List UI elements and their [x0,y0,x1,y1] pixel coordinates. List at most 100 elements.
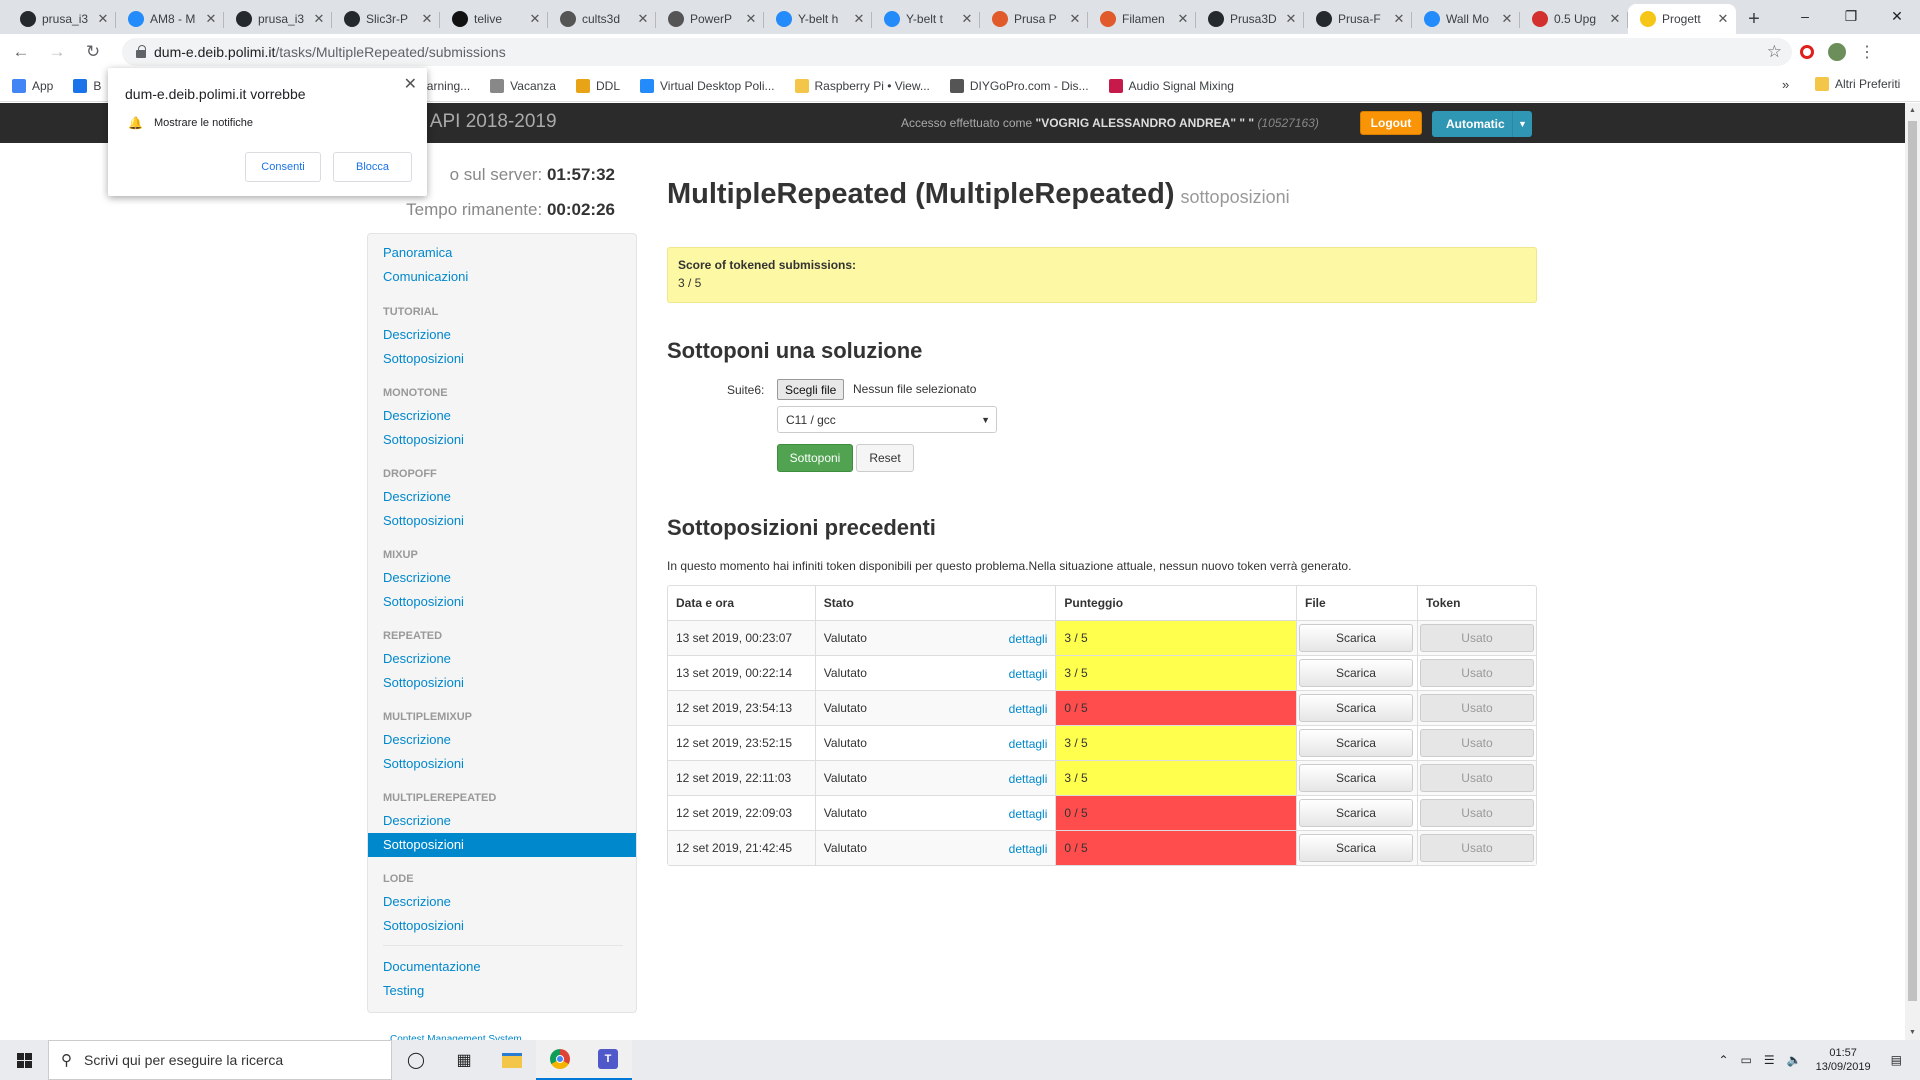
browser-tab[interactable]: Prusa-F ✕ [1304,4,1412,34]
sidebar-item-descrizione[interactable]: Descrizione [383,894,451,909]
url-input[interactable]: dum-e.deib.polimi.it/tasks/MultipleRepea… [122,38,1792,66]
tab-close-icon[interactable]: ✕ [960,11,974,27]
tab-close-icon[interactable]: ✕ [1500,11,1514,27]
tab-close-icon[interactable]: ✕ [312,11,326,27]
sidebar-item-comunicazioni[interactable]: Comunicazioni [383,269,468,284]
browser-tab[interactable]: 0.5 Upg ✕ [1520,4,1628,34]
browser-tab[interactable]: Y-belt h ✕ [764,4,872,34]
browser-tab[interactable]: telive ✕ [440,4,548,34]
tab-close-icon[interactable]: ✕ [96,11,110,27]
logout-button[interactable]: Logout [1360,111,1422,135]
bookmark-item[interactable]: DIYGoPro.com - Dis... [949,78,1089,93]
details-link[interactable]: dettagli [1009,842,1048,856]
reset-button[interactable]: Reset [856,444,914,472]
cortana-icon[interactable]: ◯ [392,1040,440,1080]
browser-tab[interactable]: PowerP ✕ [656,4,764,34]
browser-tab[interactable]: prusa_i3 ✕ [8,4,116,34]
new-tab-button[interactable]: + [1736,4,1772,34]
tab-close-icon[interactable]: ✕ [420,11,434,27]
browser-tab[interactable]: Wall Mo ✕ [1412,4,1520,34]
opera-extension-icon[interactable] [1792,45,1822,59]
sidebar-item-sottoposizioni[interactable]: Sottoposizioni [383,351,464,366]
browser-tab[interactable]: Prusa3D ✕ [1196,4,1304,34]
submit-button[interactable]: Sottoponi [777,444,853,472]
profile-avatar-icon[interactable] [1822,43,1852,61]
file-explorer-icon[interactable] [488,1040,536,1080]
bookmarks-overflow-icon[interactable]: » [1782,77,1789,92]
scroll-down-icon[interactable]: ▼ [1905,1025,1920,1040]
token-button[interactable]: Usato [1419,834,1534,862]
details-link[interactable]: dettagli [1009,807,1048,821]
sidebar-item-sottoposizioni-active[interactable]: Sottoposizioni [368,833,636,857]
windows-start-icon[interactable] [0,1040,48,1080]
forward-icon[interactable]: → [42,37,72,67]
close-window-icon[interactable]: ✕ [1874,0,1920,32]
browser-tab[interactable]: Filamen ✕ [1088,4,1196,34]
language-select[interactable]: C11 / gcc ▼ [777,406,997,433]
tab-close-icon[interactable]: ✕ [1284,11,1298,27]
sidebar-item-descrizione[interactable]: Descrizione [383,408,451,423]
show-hidden-icons-icon[interactable]: ⌃ [1718,1053,1728,1067]
sidebar-item-testing[interactable]: Testing [383,983,424,998]
sidebar-item-panoramica[interactable]: Panoramica [383,245,452,260]
browser-tab[interactable]: Y-belt t ✕ [872,4,980,34]
download-button[interactable]: Scarica [1298,799,1413,827]
menu-kebab-icon[interactable]: ⋮ [1852,42,1882,62]
download-button[interactable]: Scarica [1298,729,1413,757]
bookmark-item[interactable]: Virtual Desktop Poli... [640,78,775,93]
token-button[interactable]: Usato [1419,624,1534,652]
bookmark-item[interactable]: Vacanza [490,78,556,93]
page-scrollbar[interactable]: ▲ ▼ [1905,103,1920,1040]
download-button[interactable]: Scarica [1298,624,1413,652]
sidebar-item-descrizione[interactable]: Descrizione [383,570,451,585]
token-button[interactable]: Usato [1419,729,1534,757]
tab-close-icon[interactable]: ✕ [528,11,542,27]
browser-tab[interactable]: cults3d ✕ [548,4,656,34]
notifications-icon[interactable]: ▤ [1891,1053,1902,1067]
network-icon[interactable]: ☰ [1764,1053,1775,1067]
sidebar-item-descrizione[interactable]: Descrizione [383,732,451,747]
scroll-up-icon[interactable]: ▲ [1905,103,1920,118]
back-icon[interactable]: ← [6,37,36,67]
browser-tab[interactable]: AM8 - M ✕ [116,4,224,34]
sidebar-item-descrizione[interactable]: Descrizione [383,327,451,342]
teams-icon[interactable]: T [584,1040,632,1080]
bookmark-item[interactable]: App [12,78,53,93]
token-button[interactable]: Usato [1419,764,1534,792]
browser-tab[interactable]: Progett ✕ [1628,4,1736,34]
choose-file-button[interactable]: Scegli file [777,379,845,400]
browser-tab[interactable]: Prusa P ✕ [980,4,1088,34]
sidebar-item-sottoposizioni[interactable]: Sottoposizioni [383,675,464,690]
tab-close-icon[interactable]: ✕ [1716,11,1730,27]
details-link[interactable]: dettagli [1009,737,1048,751]
download-button[interactable]: Scarica [1298,834,1413,862]
volume-icon[interactable]: 🔈 [1787,1053,1802,1067]
token-button[interactable]: Usato [1419,799,1534,827]
download-button[interactable]: Scarica [1298,694,1413,722]
tab-close-icon[interactable]: ✕ [852,11,866,27]
sidebar-item-sottoposizioni[interactable]: Sottoposizioni [383,756,464,771]
sidebar-item-descrizione[interactable]: Descrizione [383,489,451,504]
taskbar-search-input[interactable]: ⚲ Scrivi qui per eseguire la ricerca [48,1040,392,1080]
token-button[interactable]: Usato [1419,659,1534,687]
tab-close-icon[interactable]: ✕ [204,11,218,27]
taskbar-clock[interactable]: 01:57 13/09/2019 [1816,1046,1871,1074]
sidebar-item-sottoposizioni[interactable]: Sottoposizioni [383,594,464,609]
close-icon[interactable]: ✕ [404,74,417,94]
reload-icon[interactable]: ↻ [78,37,108,67]
scroll-thumb[interactable] [1908,121,1917,1001]
details-link[interactable]: dettagli [1009,772,1048,786]
battery-icon[interactable]: ▭ [1741,1053,1752,1067]
sidebar-item-descrizione[interactable]: Descrizione [383,651,451,666]
details-link[interactable]: dettagli [1009,632,1048,646]
chrome-icon[interactable] [536,1040,584,1080]
caret-down-icon[interactable]: ▼ [1512,111,1532,137]
bookmark-item[interactable]: Raspberry Pi • View... [794,78,930,93]
browser-tab[interactable]: prusa_i3 ✕ [224,4,332,34]
bookmark-item[interactable]: B [73,78,101,93]
bookmark-item[interactable]: Audio Signal Mixing [1108,78,1234,93]
token-button[interactable]: Usato [1419,694,1534,722]
tab-close-icon[interactable]: ✕ [1068,11,1082,27]
bookmark-other-folder[interactable]: Altri Preferiti [1815,77,1900,91]
sidebar-item-descrizione[interactable]: Descrizione [383,813,451,828]
